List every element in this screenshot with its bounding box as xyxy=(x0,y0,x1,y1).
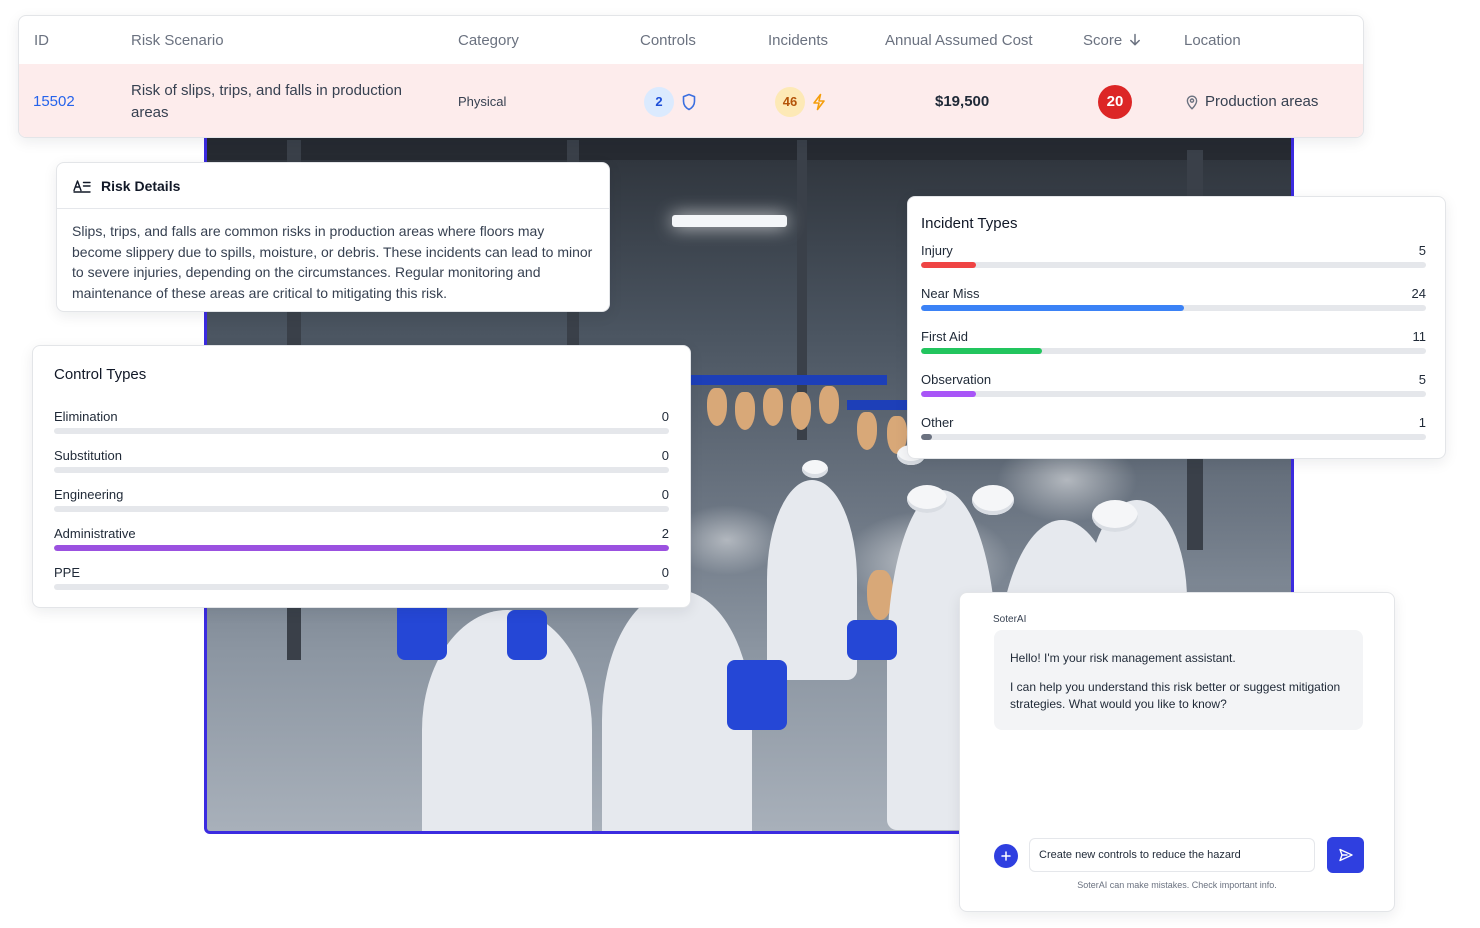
header-annual-assumed-cost[interactable]: Annual Assumed Cost xyxy=(885,16,1033,64)
header-category[interactable]: Category xyxy=(458,16,519,64)
risk-category: Physical xyxy=(458,94,507,109)
incident-type-row: Injury 5 xyxy=(921,243,1426,286)
shield-icon xyxy=(682,93,696,110)
risk-table: ID Risk Scenario Category Controls Incid… xyxy=(18,15,1364,138)
assistant-message-text: I can help you understand this risk bett… xyxy=(1010,680,1341,711)
control-type-label: Elimination xyxy=(54,409,118,424)
incident-type-bar-fill xyxy=(921,434,932,440)
control-type-value: 0 xyxy=(661,565,669,580)
header-incidents[interactable]: Incidents xyxy=(768,16,828,64)
header-location[interactable]: Location xyxy=(1184,16,1241,64)
incident-type-label: First Aid xyxy=(921,329,968,344)
add-attachment-button[interactable] xyxy=(994,844,1018,868)
risk-score-badge: 20 xyxy=(1098,84,1132,119)
control-type-bar-track xyxy=(54,428,669,434)
arrow-down-icon xyxy=(1130,33,1141,46)
incident-type-bar-fill xyxy=(921,348,1042,354)
control-type-bar-fill xyxy=(54,545,669,551)
controls-count: 2 xyxy=(644,86,674,117)
control-type-row: Elimination 0 xyxy=(54,409,669,448)
incidents-count: 46 xyxy=(775,86,805,117)
control-type-label: PPE xyxy=(54,565,81,580)
incident-type-bar-track xyxy=(921,262,1426,268)
risk-details-header: Risk Details xyxy=(57,163,609,209)
control-type-row: Engineering 0 xyxy=(54,487,669,526)
assistant-message: Hello! I'm your risk management assistan… xyxy=(994,630,1363,730)
control-types-title: Control Types xyxy=(54,366,147,383)
text-align-icon xyxy=(73,179,91,193)
control-type-value: 0 xyxy=(661,448,669,463)
table-header: ID Risk Scenario Category Controls Incid… xyxy=(19,16,1363,64)
incident-type-row: Observation 5 xyxy=(921,372,1426,415)
incident-type-value: 5 xyxy=(1418,243,1426,258)
control-type-bar-track xyxy=(54,545,669,551)
incident-types-title: Incident Types xyxy=(921,215,1018,232)
control-type-row: Substitution 0 xyxy=(54,448,669,487)
header-score[interactable]: Score xyxy=(1083,16,1142,64)
incident-type-bar-track xyxy=(921,434,1426,440)
incidents-cell[interactable]: 46 xyxy=(775,64,827,137)
control-type-row: PPE 0 xyxy=(54,565,669,604)
incident-type-bar-fill xyxy=(921,262,976,268)
control-type-bar-track xyxy=(54,584,669,590)
map-pin-icon xyxy=(1186,95,1198,110)
send-icon xyxy=(1338,848,1353,862)
risk-details-title: Risk Details xyxy=(101,177,181,194)
chat-disclaimer: SoterAI can make mistakes. Check importa… xyxy=(1077,880,1277,890)
control-type-bar-track xyxy=(54,506,669,512)
control-type-value: 2 xyxy=(661,526,669,541)
incident-type-label: Other xyxy=(921,415,954,430)
header-score-label: Score xyxy=(1083,31,1123,49)
control-type-label: Administrative xyxy=(54,526,136,541)
incident-type-value: 24 xyxy=(1411,286,1426,301)
assistant-chat-panel: SoterAI Hello! I'm your risk management … xyxy=(959,592,1395,912)
risk-details-text: Slips, trips, and falls are common risks… xyxy=(72,223,593,301)
incident-type-bar-track xyxy=(921,348,1426,354)
incident-types-card: Incident Types Injury 5 Near Miss 24 First A… xyxy=(907,196,1446,459)
assistant-name: SoterAI xyxy=(993,614,1027,625)
incident-type-bar-fill xyxy=(921,391,976,397)
lightning-icon xyxy=(813,93,825,110)
risk-location: Production areas xyxy=(1205,93,1319,110)
incident-type-row: First Aid 11 xyxy=(921,329,1426,372)
control-types-card: Control Types Elimination 0 Substitution 0 E… xyxy=(32,345,691,608)
incident-type-bar-track xyxy=(921,305,1426,311)
control-type-row: Administrative 2 xyxy=(54,526,669,565)
header-risk-scenario[interactable]: Risk Scenario xyxy=(131,16,224,64)
control-type-label: Substitution xyxy=(54,448,122,463)
incident-type-label: Injury xyxy=(921,243,953,258)
incident-type-bar-track xyxy=(921,391,1426,397)
header-id[interactable]: ID xyxy=(34,16,49,64)
control-type-value: 0 xyxy=(661,487,669,502)
assistant-greeting: Hello! I'm your risk management assistan… xyxy=(1010,651,1236,665)
incident-type-label: Observation xyxy=(921,372,992,387)
header-controls[interactable]: Controls xyxy=(640,16,696,64)
plus-icon xyxy=(1001,851,1011,861)
incident-type-value: 5 xyxy=(1418,372,1426,387)
send-button[interactable] xyxy=(1327,837,1364,873)
chat-input[interactable] xyxy=(1029,838,1315,872)
risk-scenario: Risk of slips, trips, and falls in produ… xyxy=(131,81,402,121)
control-type-label: Engineering xyxy=(54,487,124,502)
annual-cost: $19,500 xyxy=(935,93,990,110)
table-row[interactable]: 15502 Risk of slips, trips, and falls in… xyxy=(19,64,1363,137)
incident-type-value: 1 xyxy=(1418,415,1426,430)
controls-cell[interactable]: 2 xyxy=(644,64,697,137)
incident-type-label: Near Miss xyxy=(921,286,980,301)
incident-type-bar-fill xyxy=(921,305,1185,311)
risk-details-card: Risk Details Slips, trips, and falls are… xyxy=(56,162,610,312)
control-type-bar-track xyxy=(54,467,669,473)
control-type-value: 0 xyxy=(661,409,669,424)
incident-type-row: Near Miss 24 xyxy=(921,286,1426,329)
incident-type-value: 11 xyxy=(1412,329,1427,344)
incident-type-row: Other 1 xyxy=(921,415,1426,458)
risk-id-link[interactable]: 15502 xyxy=(33,93,75,110)
